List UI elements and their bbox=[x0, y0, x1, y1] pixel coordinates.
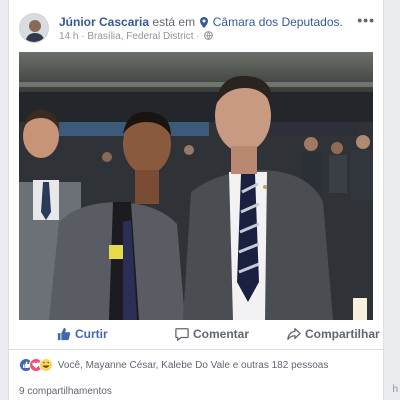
post-timestamp[interactable]: 14 h bbox=[59, 31, 78, 42]
place-link[interactable]: Câmara dos Deputados. bbox=[213, 15, 343, 29]
haha-icon bbox=[39, 358, 53, 372]
comment-icon bbox=[175, 328, 189, 342]
like-label: Curtir bbox=[75, 327, 108, 341]
reactions-text[interactable]: Você, Mayanne César, Kalebe Do Vale e ou… bbox=[58, 360, 329, 371]
post-header: Júnior Cascaria está em Câmara dos Deput… bbox=[9, 0, 385, 48]
post-meta: 14 h · Brasília, Federal District · bbox=[59, 31, 214, 43]
shares-count[interactable]: 9 compartilhamentos bbox=[19, 386, 112, 397]
comment-label: Comentar bbox=[193, 327, 250, 341]
post-location[interactable]: Brasília, Federal District bbox=[87, 31, 193, 42]
post-photo[interactable] bbox=[19, 52, 373, 320]
post-card: Júnior Cascaria está em Câmara dos Deput… bbox=[8, 0, 385, 400]
map-pin-icon bbox=[200, 17, 209, 31]
meta-separator: · bbox=[81, 31, 85, 42]
meta-separator-2: · bbox=[196, 31, 200, 42]
author-line: Júnior Cascaria está em Câmara dos Deput… bbox=[59, 15, 343, 31]
share-icon bbox=[287, 328, 301, 340]
corner-fragment: h bbox=[392, 384, 398, 395]
author-avatar[interactable] bbox=[19, 13, 49, 43]
checkin-verb: está em bbox=[152, 15, 196, 29]
author-name-link[interactable]: Júnior Cascaria bbox=[59, 15, 149, 29]
reactions-summary[interactable]: Você, Mayanne César, Kalebe Do Vale e ou… bbox=[19, 358, 328, 374]
reaction-icons bbox=[19, 358, 53, 375]
share-button[interactable]: Compartilhar bbox=[287, 327, 380, 341]
like-button[interactable]: Curtir bbox=[57, 327, 108, 341]
globe-icon[interactable] bbox=[204, 31, 214, 43]
comment-button[interactable]: Comentar bbox=[175, 327, 250, 342]
share-label: Compartilhar bbox=[305, 327, 380, 341]
post-actions-bar: Curtir Comentar Compartilhar bbox=[9, 322, 385, 350]
thumbs-up-icon bbox=[57, 327, 71, 341]
more-options-button[interactable]: ••• bbox=[357, 12, 375, 28]
